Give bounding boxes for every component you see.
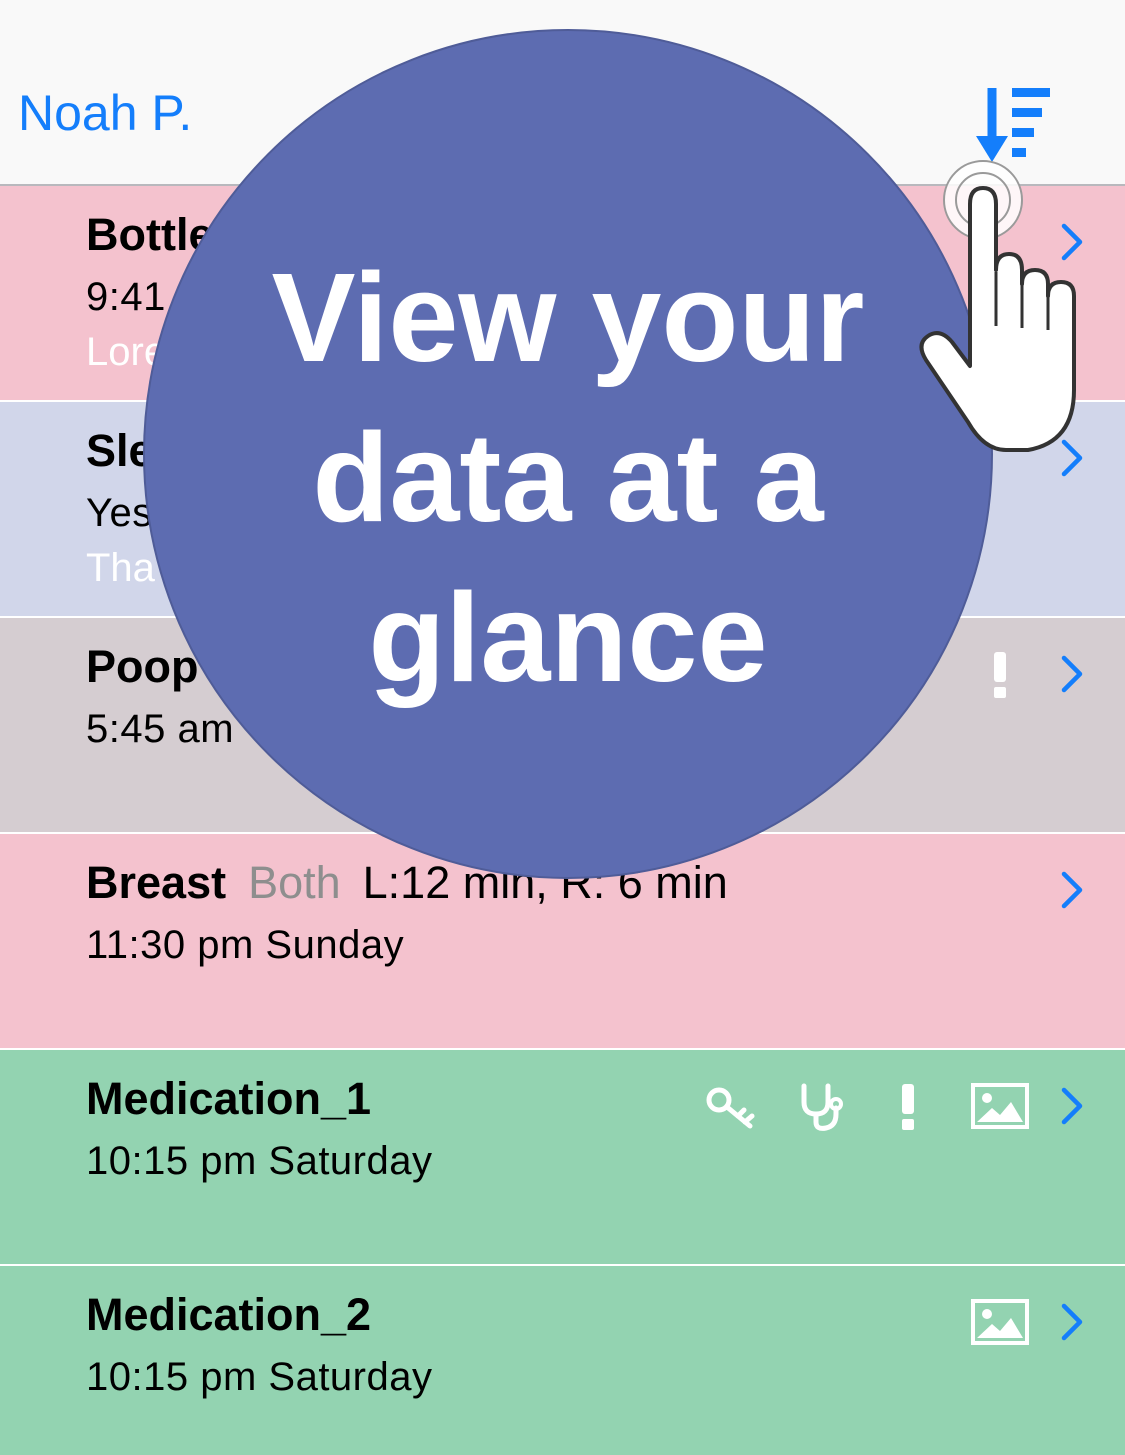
key-icon (706, 1087, 755, 1129)
photo-icon (971, 1083, 1029, 1129)
headline-line-2: data at a (312, 407, 824, 548)
sort-descending-icon[interactable] (972, 86, 1056, 166)
entry-time: 11:30 pm Sunday (86, 923, 405, 967)
exclamation-icon (902, 1084, 914, 1130)
tutorial-headline: View your data at a glance (143, 238, 993, 718)
stethoscope-icon (801, 1083, 843, 1131)
headline-line-3: glance (368, 567, 768, 708)
entry-time: 10:15 pm Saturday (86, 1139, 433, 1183)
entry-time: 10:15 pm Saturday (86, 1355, 433, 1399)
chevron-right-icon (1061, 871, 1083, 909)
chevron-right-icon (1061, 655, 1083, 693)
chevron-right-icon (1061, 1087, 1083, 1125)
photo-icon (971, 1299, 1029, 1345)
entry-title: Medication_1 (86, 1073, 372, 1124)
list-item-medication-2[interactable]: Medication_2 10:15 pm Saturday (0, 1266, 1125, 1455)
child-name-button[interactable]: Noah P. (18, 88, 192, 138)
entry-title-main: Breast (86, 857, 227, 908)
screen: Noah P. Bottle 9:41 Lore Sle Yes Tha Poo… (0, 0, 1125, 1455)
pointing-hand-icon (919, 160, 1076, 452)
chevron-right-icon (1061, 1303, 1083, 1341)
entry-side: Both (248, 857, 341, 908)
headline-line-1: View your (271, 247, 865, 388)
entry-title: Medication_2 (86, 1289, 372, 1340)
list-item-medication-1[interactable]: Medication_1 10:15 pm Saturday (0, 1050, 1125, 1266)
